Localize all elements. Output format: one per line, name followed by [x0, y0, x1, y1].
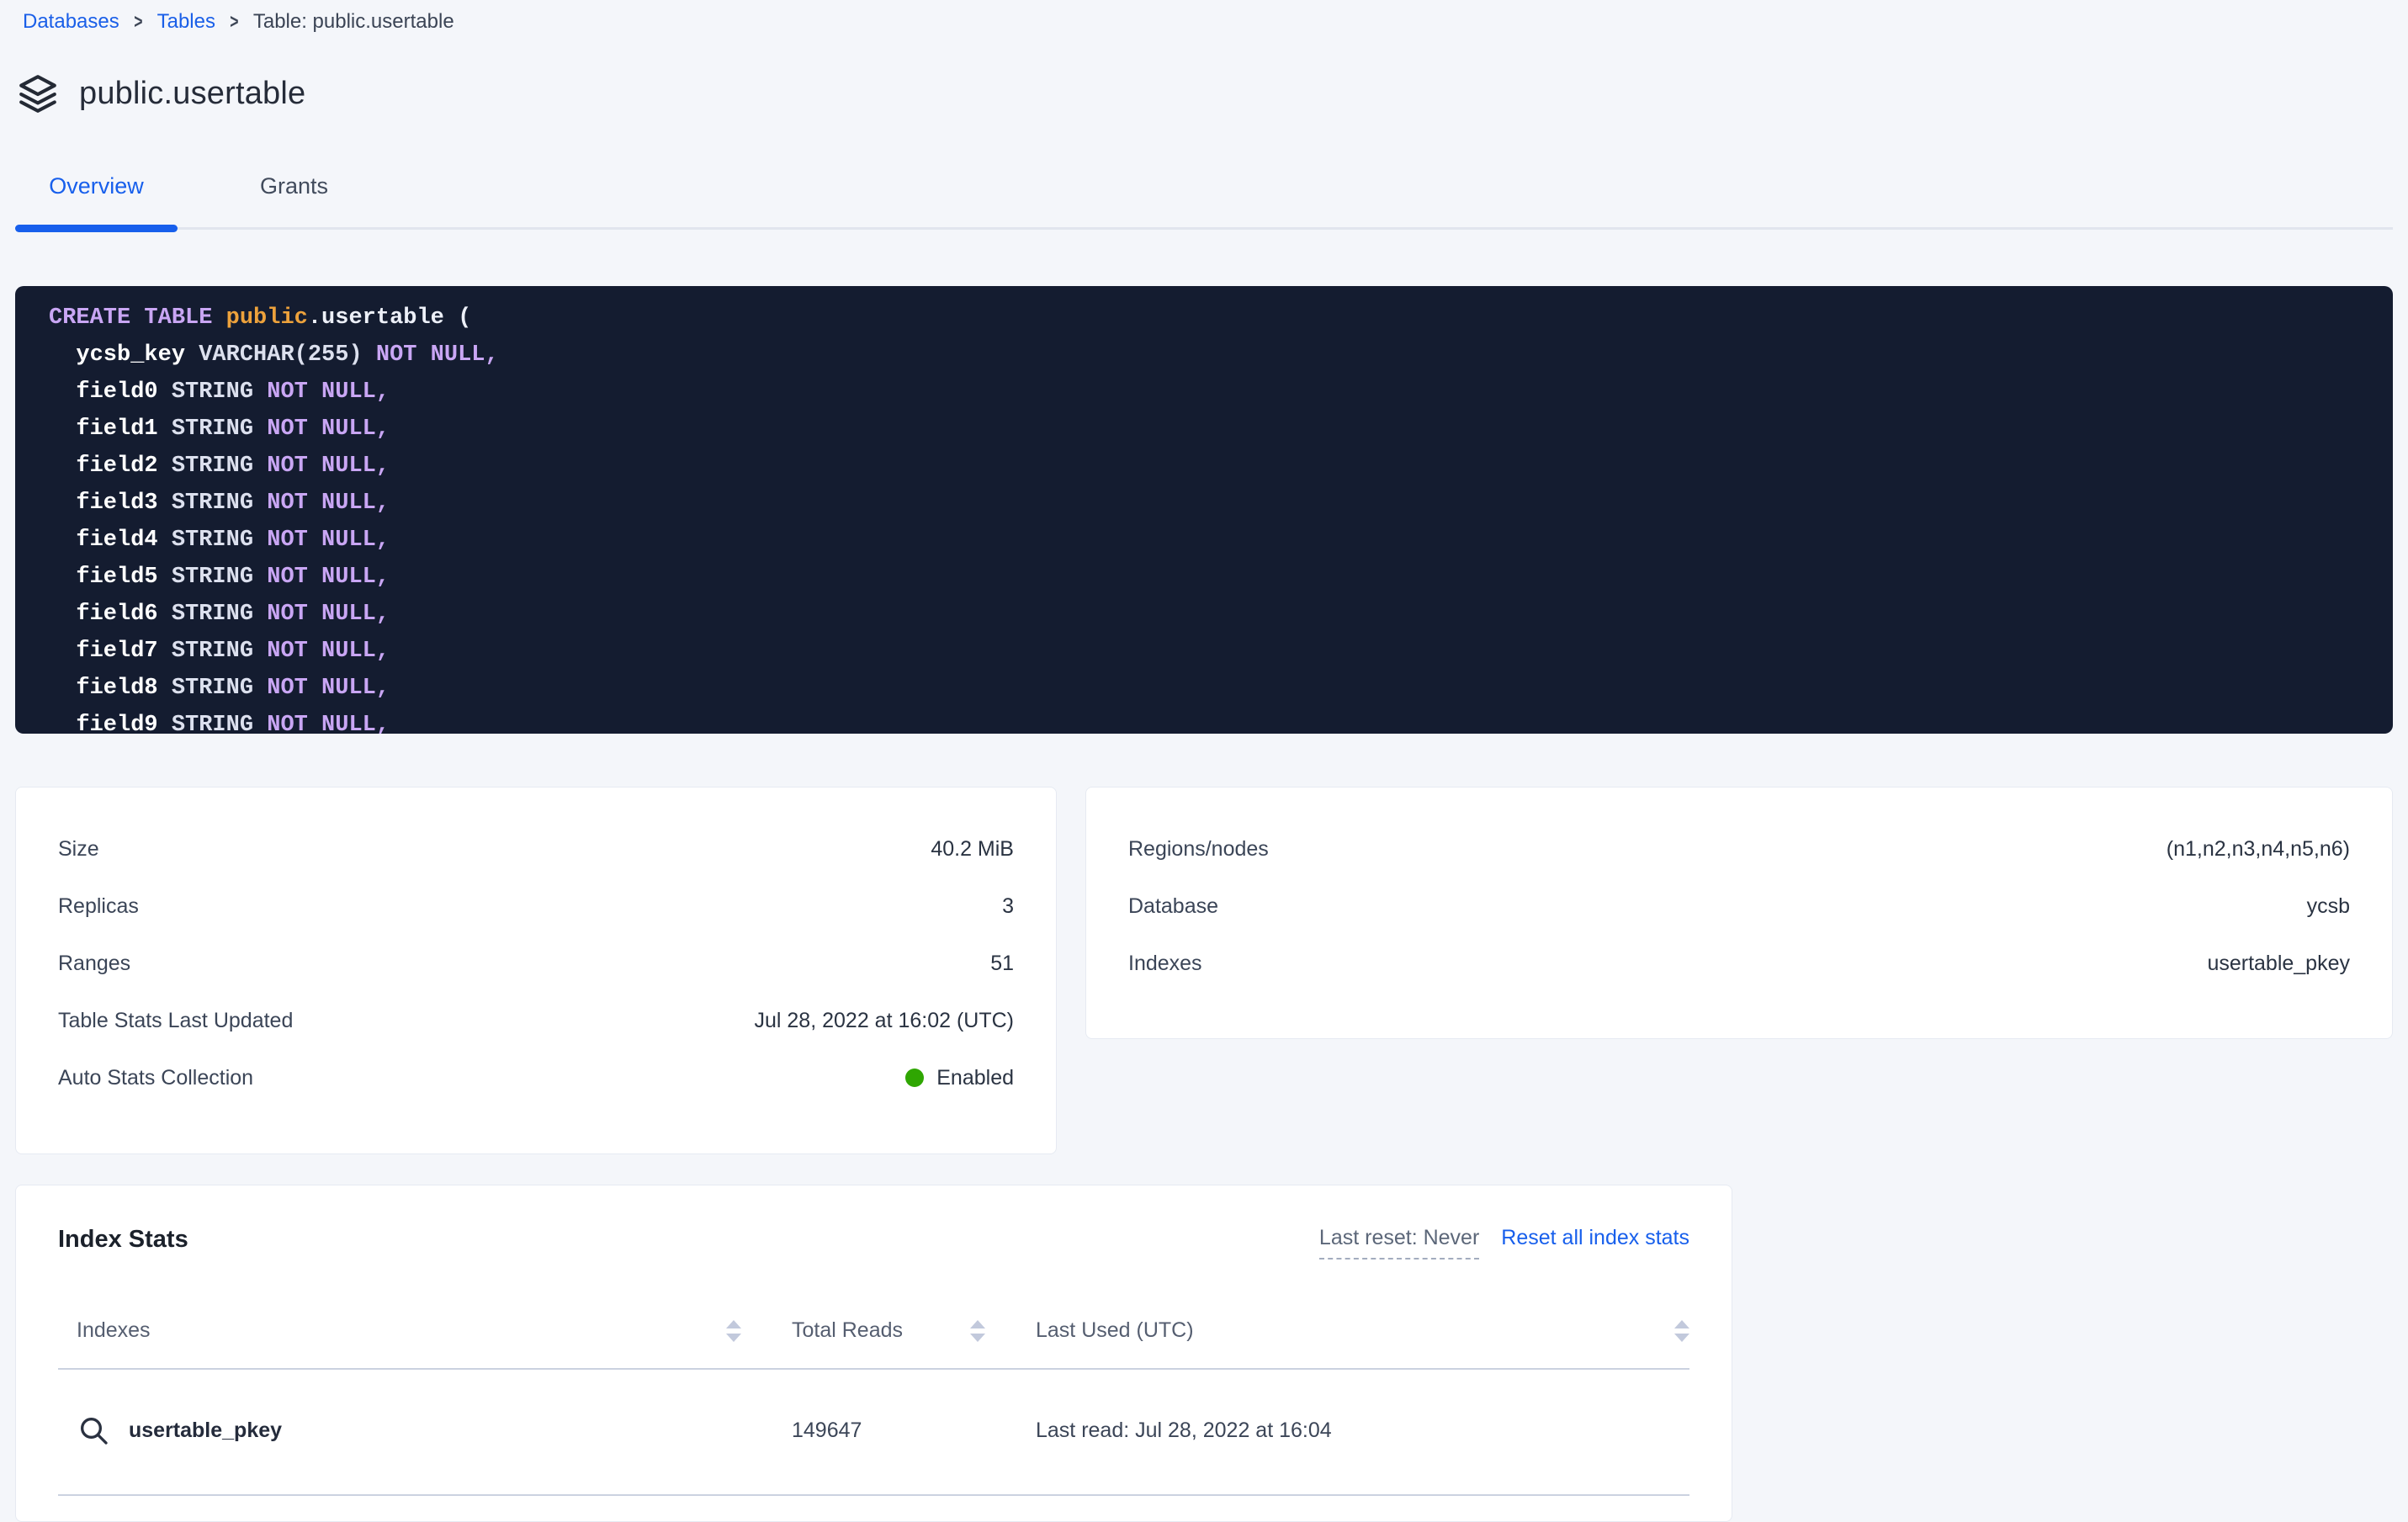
meta-row-indexes: Indexes usertable_pkey: [1128, 949, 2350, 978]
sort-icon[interactable]: [1674, 1320, 1689, 1342]
breadcrumb-current: Table: public.usertable: [253, 10, 454, 34]
page-title: public.usertable: [79, 76, 305, 112]
meta-value: (n1,n2,n3,n4,n5,n6): [2167, 837, 2350, 862]
stat-value: 51: [990, 952, 1014, 976]
tab-underline-track: [15, 227, 2393, 230]
stat-value: 40.2 MiB: [931, 837, 1014, 862]
sort-icon[interactable]: [970, 1320, 985, 1342]
stat-value: Jul 28, 2022 at 16:02 (UTC): [755, 1009, 1015, 1033]
meta-label: Regions/nodes: [1128, 837, 1269, 862]
tab-overview[interactable]: Overview: [15, 158, 178, 199]
meta-row-regions: Regions/nodes (n1,n2,n3,n4,n5,n6): [1128, 835, 2350, 863]
index-link-usertable-pkey[interactable]: usertable_pkey: [77, 1413, 741, 1447]
meta-label: Database: [1128, 894, 1218, 919]
table-header-row: Indexes Total Reads Last Used (UTC): [58, 1303, 1689, 1370]
sort-icon[interactable]: [726, 1320, 741, 1342]
sql-code: CREATE TABLE public.usertable ( ycsb_key…: [49, 300, 2359, 734]
stat-row-replicas: Replicas 3: [58, 892, 1014, 920]
status-dot-icon: [905, 1069, 924, 1087]
meta-label: Indexes: [1128, 952, 1202, 976]
breadcrumb-link-databases[interactable]: Databases: [23, 10, 119, 34]
breadcrumb-link-tables[interactable]: Tables: [157, 10, 215, 34]
index-stats-card: Index Stats Last reset: Never Reset all …: [15, 1185, 1732, 1522]
stat-row-ranges: Ranges 51: [58, 949, 1014, 978]
meta-value: usertable_pkey: [2207, 952, 2350, 976]
table-row: usertable_pkey 149647 Last read: Jul 28,…: [58, 1370, 1689, 1496]
stat-label: Auto Stats Collection: [58, 1066, 253, 1090]
stat-row-size: Size 40.2 MiB: [58, 835, 1014, 863]
column-header-total-reads[interactable]: Total Reads: [792, 1318, 985, 1343]
status-text: Enabled: [936, 1066, 1014, 1090]
stat-label: Ranges: [58, 952, 130, 976]
breadcrumb-separator-icon: >: [230, 10, 238, 34]
last-used-value: Last read: Jul 28, 2022 at 16:04: [1036, 1419, 1689, 1443]
column-label: Last Used (UTC): [1036, 1318, 1194, 1343]
table-stats-card: Size 40.2 MiB Replicas 3 Ranges 51 Table…: [15, 787, 1057, 1154]
search-icon: [77, 1413, 110, 1447]
stat-label: Size: [58, 837, 99, 862]
reset-index-stats-link[interactable]: Reset all index stats: [1501, 1226, 1689, 1250]
column-label: Indexes: [77, 1318, 151, 1343]
index-stats-title: Index Stats: [58, 1226, 188, 1254]
meta-row-database: Database ycsb: [1128, 892, 2350, 920]
stat-value: 3: [1002, 894, 1014, 919]
summary-cards: Size 40.2 MiB Replicas 3 Ranges 51 Table…: [15, 787, 2393, 1154]
stat-label: Replicas: [58, 894, 139, 919]
tab-bar: Overview Grants: [15, 158, 2393, 232]
index-stats-table: Indexes Total Reads Last Used (UTC): [58, 1303, 1689, 1496]
meta-value: ycsb: [2307, 894, 2350, 919]
page-title-row: public.usertable: [17, 72, 2393, 114]
column-label: Total Reads: [792, 1318, 903, 1343]
stat-row-last-updated: Table Stats Last Updated Jul 28, 2022 at…: [58, 1006, 1014, 1035]
index-name-text: usertable_pkey: [129, 1419, 282, 1443]
create-table-sql-block: CREATE TABLE public.usertable ( ycsb_key…: [15, 286, 2393, 734]
table-layers-icon: [17, 72, 59, 114]
active-tab-indicator: [15, 225, 178, 232]
column-header-indexes[interactable]: Indexes: [77, 1318, 741, 1343]
last-reset-label[interactable]: Last reset: Never: [1319, 1226, 1479, 1259]
stat-label: Table Stats Last Updated: [58, 1009, 293, 1033]
total-reads-value: 149647: [792, 1419, 985, 1443]
stat-value: Enabled: [905, 1066, 1014, 1090]
breadcrumb-separator-icon: >: [134, 10, 142, 34]
stat-row-auto-stats: Auto Stats Collection Enabled: [58, 1063, 1014, 1092]
breadcrumb: Databases > Tables > Table: public.usert…: [23, 0, 2393, 34]
table-meta-card: Regions/nodes (n1,n2,n3,n4,n5,n6) Databa…: [1085, 787, 2393, 1039]
tab-grants[interactable]: Grants: [260, 158, 328, 199]
column-header-last-used[interactable]: Last Used (UTC): [1036, 1318, 1689, 1343]
table-detail-page: Databases > Tables > Table: public.usert…: [0, 0, 2408, 1522]
